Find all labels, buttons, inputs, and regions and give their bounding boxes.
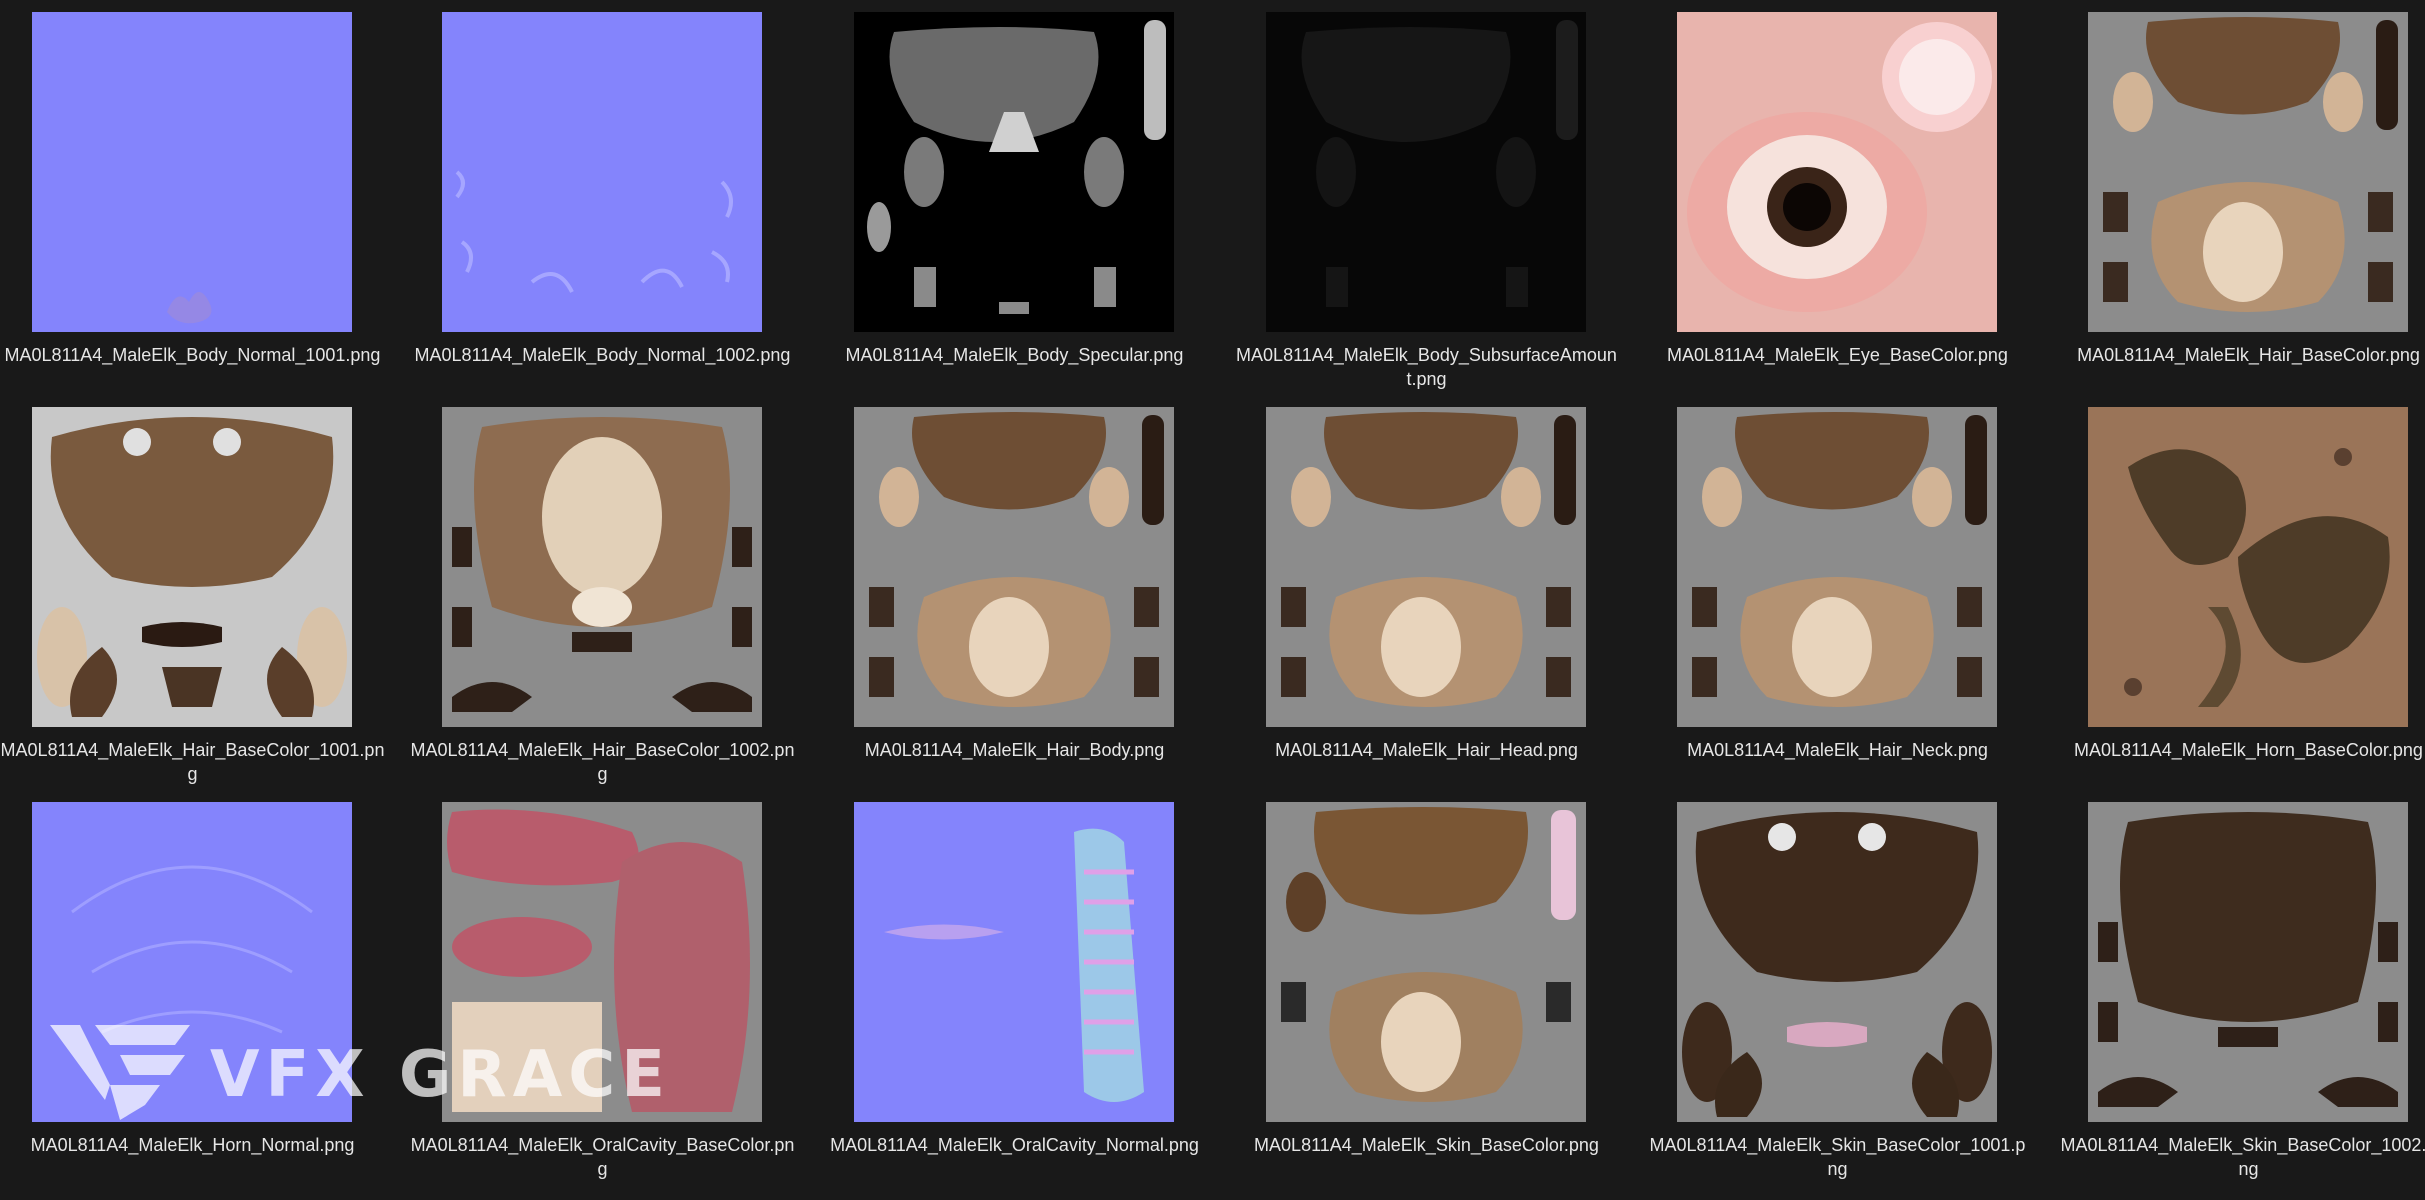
file-name: MA0L811A4_MaleElk_Body_Normal_1001.png: [4, 345, 381, 365]
file-item[interactable]: MA0L811A4_MaleElk_Hair_Neck.png: [1645, 395, 2015, 785]
file-name: MA0L811A4_MaleElk_Hair_BaseColor.png: [2077, 345, 2420, 365]
subsurface-icon: [1266, 12, 1586, 332]
hair-atlas-thumbnail[interactable]: [854, 407, 1174, 727]
file-item[interactable]: MA0L811A4_MaleElk_Body_Specular.png: [822, 0, 1192, 390]
file-item[interactable]: MA0L811A4_MaleElk_Skin_BaseColor_1002.pn…: [2056, 790, 2425, 1180]
file-name: MA0L811A4_MaleElk_Skin_BaseColor.png: [1254, 1135, 1599, 1155]
file-name: MA0L811A4_MaleElk_Eye_BaseColor.png: [1667, 345, 2008, 365]
skin-atlas-icon: [1266, 802, 1586, 1122]
vfx-grace-logo-icon: [50, 1025, 190, 1120]
hair-atlas-thumbnail[interactable]: [32, 407, 352, 727]
pelt-atlas-icon: [442, 407, 762, 727]
file-item[interactable]: MA0L811A4_MaleElk_Hair_BaseColor.png: [2056, 0, 2425, 390]
hair-atlas-icon: [854, 407, 1174, 727]
file-item[interactable]: MA0L811A4_MaleElk_Horn_BaseColor.png: [2056, 395, 2425, 785]
file-name: MA0L811A4_MaleElk_OralCavity_Normal.png: [830, 1135, 1199, 1155]
pelt-atlas-thumbnail[interactable]: [442, 407, 762, 727]
oral-normal-icon: [854, 802, 1174, 1122]
file-name: MA0L811A4_MaleElk_Hair_Neck.png: [1687, 740, 1988, 760]
file-name: MA0L811A4_MaleElk_Skin_BaseColor_1002.pn…: [2060, 1135, 2425, 1179]
file-name: MA0L811A4_MaleElk_Horn_Normal.png: [30, 1135, 355, 1155]
file-item[interactable]: MA0L811A4_MaleElk_Body_Normal_1002.png: [410, 0, 790, 390]
file-item[interactable]: MA0L811A4_MaleElk_Hair_BaseColor_1002.pn…: [410, 395, 794, 785]
hair-atlas-icon: [1266, 407, 1586, 727]
hair-atlas-icon: [1677, 407, 1997, 727]
skin-atlas-thumbnail[interactable]: [1266, 802, 1586, 1122]
hair-atlas-thumbnail[interactable]: [1677, 407, 1997, 727]
file-name: MA0L811A4_MaleElk_Hair_BaseColor_1002.pn…: [410, 740, 795, 784]
skin-atlas-thumbnail[interactable]: [1677, 802, 1997, 1122]
file-item[interactable]: MA0L811A4_MaleElk_Body_Normal_1001.png: [0, 0, 380, 390]
file-name: MA0L811A4_MaleElk_Hair_Body.png: [864, 740, 1165, 760]
file-item[interactable]: MA0L811A4_MaleElk_Hair_BaseColor_1001.pn…: [0, 395, 384, 785]
hair-atlas-thumbnail[interactable]: [1266, 407, 1586, 727]
file-item[interactable]: MA0L811A4_MaleElk_Body_SubsurfaceAmount.…: [1234, 0, 1617, 390]
file-name: MA0L811A4_MaleElk_Body_Specular.png: [845, 345, 1184, 365]
file-name: MA0L811A4_MaleElk_OralCavity_BaseColor.p…: [410, 1135, 795, 1179]
normal-icon: [442, 12, 762, 332]
file-name: MA0L811A4_MaleElk_Skin_BaseColor_1001.pn…: [1649, 1135, 2026, 1179]
hair-atlas-thumbnail[interactable]: [2088, 12, 2408, 332]
dark-head-atlas-icon: [1677, 802, 1997, 1122]
file-name: MA0L811A4_MaleElk_Hair_BaseColor_1001.pn…: [0, 740, 385, 784]
file-name: MA0L811A4_MaleElk_Body_Normal_1002.png: [414, 345, 791, 365]
horn-icon: [2088, 407, 2408, 727]
file-item[interactable]: MA0L811A4_MaleElk_OralCavity_Normal.png: [822, 790, 1199, 1180]
hair-atlas-icon: [2088, 12, 2408, 332]
oral-normal-thumbnail[interactable]: [854, 802, 1174, 1122]
normal-map-thumbnail[interactable]: [442, 12, 762, 332]
dark-pelt-atlas-icon: [2088, 802, 2408, 1122]
normal-map-thumbnail[interactable]: [32, 12, 352, 332]
file-name: MA0L811A4_MaleElk_Hair_Head.png: [1275, 740, 1578, 760]
file-item[interactable]: MA0L811A4_MaleElk_Skin_BaseColor.png: [1234, 790, 1604, 1180]
file-item[interactable]: MA0L811A4_MaleElk_Skin_BaseColor_1001.pn…: [1645, 790, 2025, 1180]
file-name: MA0L811A4_MaleElk_Body_SubsurfaceAmount.…: [1236, 345, 1617, 389]
specular-map-thumbnail[interactable]: [854, 12, 1174, 332]
skin-atlas-thumbnail[interactable]: [2088, 802, 2408, 1122]
file-name: MA0L811A4_MaleElk_Horn_BaseColor.png: [2074, 740, 2423, 760]
eye-icon: [1677, 12, 1997, 332]
specular-icon: [854, 12, 1174, 332]
file-item[interactable]: MA0L811A4_MaleElk_Hair_Head.png: [1234, 395, 1604, 785]
watermark-text: VFX GRACE: [210, 1038, 671, 1112]
watermark: VFX GRACE: [50, 1020, 665, 1130]
normal-icon: [32, 12, 352, 332]
subsurface-map-thumbnail[interactable]: [1266, 12, 1586, 332]
head-atlas-icon: [32, 407, 352, 727]
file-item[interactable]: MA0L811A4_MaleElk_Eye_BaseColor.png: [1645, 0, 2015, 390]
horn-texture-thumbnail[interactable]: [2088, 407, 2408, 727]
file-item[interactable]: MA0L811A4_MaleElk_Hair_Body.png: [822, 395, 1192, 785]
eye-texture-thumbnail[interactable]: [1677, 12, 1997, 332]
